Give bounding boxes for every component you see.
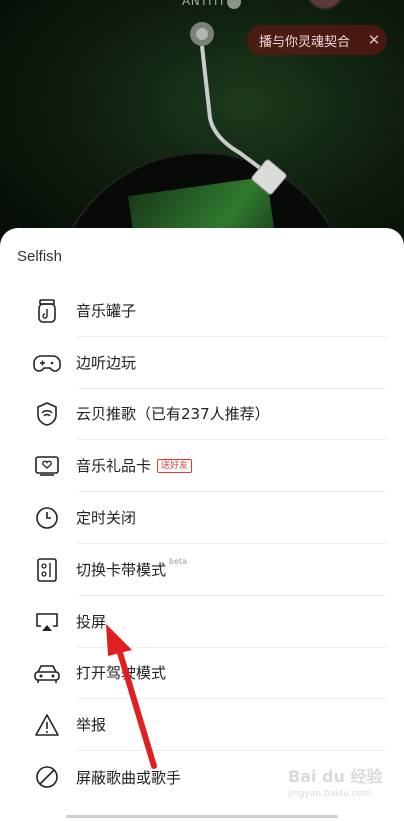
cassette-icon — [32, 555, 62, 585]
home-indicator — [66, 815, 338, 818]
menu-item-label: 定时关闭 — [76, 492, 387, 544]
menu-item-cassette-mode[interactable]: 切换卡带模式 beta — [17, 544, 387, 596]
send-friend-badge: 送好友 — [157, 458, 193, 473]
artist-name: ANTITI — [182, 0, 224, 8]
cast-screen-icon — [32, 607, 62, 637]
menu-item-report[interactable]: 举报 — [17, 699, 387, 752]
menu-item-label: 音乐礼品卡 — [76, 457, 152, 476]
gamepad-icon — [32, 348, 62, 378]
menu-item-label: 边听边玩 — [76, 337, 387, 389]
car-icon — [32, 658, 62, 688]
avatar[interactable] — [306, 0, 344, 10]
options-menu: 音乐罐子 边听边玩 云贝推歌（已有237人推荐） 音乐礼品卡 送好友 定时关闭 … — [17, 285, 387, 795]
cloud-coin-icon — [32, 399, 62, 429]
baidu-watermark: Bai du 经验 jingyan.baidu.com — [288, 763, 398, 813]
watermark-brand: Bai du 经验 — [288, 767, 383, 786]
menu-item-label: 音乐罐子 — [76, 285, 387, 337]
close-icon[interactable]: ✕ — [361, 31, 387, 49]
more-options-sheet: Selfish 音乐罐子 边听边玩 云贝推歌（已有237人推荐） 音乐礼品卡 送… — [0, 228, 404, 821]
artist-badge — [226, 0, 241, 9]
watermark-url: jingyan.baidu.com — [288, 789, 372, 799]
menu-item-sleep-timer[interactable]: 定时关闭 — [17, 492, 387, 544]
menu-item-driving-mode[interactable]: 打开驾驶模式 — [17, 648, 387, 700]
gift-card-icon — [32, 451, 62, 481]
menu-item-label: 云贝推歌（已有237人推荐） — [76, 389, 387, 441]
artist-label[interactable]: ANTITI — [182, 0, 241, 9]
tonearm-icon — [190, 22, 287, 195]
jar-icon — [32, 296, 62, 326]
beta-label: beta — [169, 556, 188, 566]
block-icon — [32, 762, 62, 792]
player-background: ANTITI 播与你灵魂契合 ✕ — [0, 0, 404, 260]
menu-item-listen-and-play[interactable]: 边听边玩 — [17, 337, 387, 389]
annotation-arrow-icon — [106, 624, 157, 769]
menu-item-gift-card[interactable]: 音乐礼品卡 送好友 — [17, 440, 387, 493]
menu-item-music-jar[interactable]: 音乐罐子 — [17, 285, 387, 337]
warning-icon — [32, 710, 62, 740]
menu-item-cast-screen[interactable]: 投屏 — [17, 596, 387, 648]
sheet-title: Selfish — [17, 248, 63, 265]
menu-item-label: 切换卡带模式 — [76, 560, 167, 579]
clock-icon — [32, 503, 62, 533]
menu-item-cloud-coin-recommend[interactable]: 云贝推歌（已有237人推荐） — [17, 389, 387, 441]
